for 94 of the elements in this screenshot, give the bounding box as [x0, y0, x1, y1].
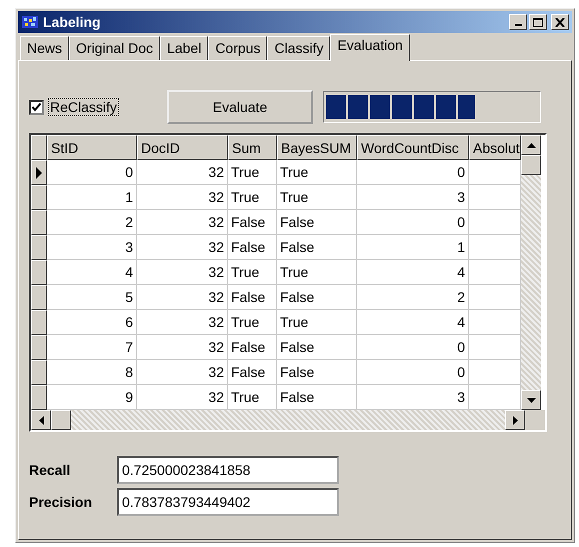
- up-arrow-icon: [526, 142, 536, 148]
- maximize-icon: [533, 18, 543, 26]
- table-cell: True: [277, 160, 357, 185]
- table-cell: True: [228, 260, 277, 285]
- column-header[interactable]: Sum: [228, 135, 277, 160]
- table-cell: False: [228, 235, 277, 260]
- row-header[interactable]: [31, 310, 47, 335]
- table-cell: True: [228, 160, 277, 185]
- right-arrow-icon: [512, 416, 518, 424]
- check-icon: [31, 102, 42, 112]
- table-cell: 3: [47, 235, 137, 260]
- tab[interactable]: Evaluation: [330, 34, 410, 61]
- table-cell: 32: [137, 335, 228, 360]
- table-cell: False: [228, 210, 277, 235]
- scroll-right-button[interactable]: [505, 410, 525, 430]
- scroll-left-button[interactable]: [31, 410, 51, 430]
- table-cell: False: [228, 285, 277, 310]
- table-cell: 0: [357, 335, 469, 360]
- table-cell: 4: [47, 260, 137, 285]
- table-cell: False: [277, 235, 357, 260]
- tab[interactable]: Label: [160, 36, 208, 60]
- row-header[interactable]: [31, 385, 47, 410]
- table-cell: 32: [137, 185, 228, 210]
- table-cell: 5: [47, 285, 137, 310]
- field-label: Precision: [29, 494, 94, 510]
- row-header[interactable]: [31, 285, 47, 310]
- table-cell: 6: [47, 310, 137, 335]
- table-cell: 0: [357, 360, 469, 385]
- down-arrow-icon: [526, 398, 536, 402]
- table-cell: 4: [357, 260, 469, 285]
- tab[interactable]: Original Doc: [69, 36, 160, 60]
- column-header[interactable]: WordCountDisc: [357, 135, 469, 160]
- table-cell: False: [277, 210, 357, 235]
- table-cell: 0: [357, 160, 469, 185]
- row-header[interactable]: [31, 260, 47, 285]
- table-cell: False: [277, 285, 357, 310]
- column-header[interactable]: DocID: [137, 135, 228, 160]
- table-cell: 0: [357, 210, 469, 235]
- table-cell: 32: [137, 160, 228, 185]
- column-header[interactable]: Absolut: [469, 135, 521, 160]
- maximize-button[interactable]: [529, 14, 547, 30]
- checkbox[interactable]: [29, 100, 44, 114]
- evaluate-button[interactable]: Evaluate: [167, 90, 313, 124]
- row-header[interactable]: [31, 185, 47, 210]
- table-cell: 4: [357, 310, 469, 335]
- checkbox-label[interactable]: ReClassify: [48, 98, 119, 116]
- table-cell: 2: [47, 210, 137, 235]
- table-cell: 7: [47, 335, 137, 360]
- table-cell: 8: [47, 360, 137, 385]
- column-header[interactable]: StID: [47, 135, 137, 160]
- table-cell: 32: [137, 235, 228, 260]
- table-cell: True: [228, 185, 277, 210]
- row-header[interactable]: [31, 335, 47, 360]
- table-cell: 3: [357, 185, 469, 210]
- close-button[interactable]: [551, 14, 569, 30]
- input-field[interactable]: 0.725000023841858: [117, 456, 339, 484]
- column-header[interactable]: BayesSUM: [277, 135, 357, 160]
- table-cell: 2: [357, 285, 469, 310]
- scroll-down-button[interactable]: [521, 390, 541, 410]
- row-header[interactable]: [31, 210, 47, 235]
- table-cell: False: [277, 360, 357, 385]
- scroll-up-button[interactable]: [521, 135, 541, 155]
- close-icon: [555, 18, 565, 26]
- table-cell: 1: [47, 185, 137, 210]
- row-header[interactable]: [31, 160, 47, 185]
- table-cell: True: [228, 310, 277, 335]
- scroll-thumb[interactable]: [51, 410, 71, 430]
- table-cell: False: [228, 360, 277, 385]
- table-cell: 0: [47, 160, 137, 185]
- table-cell: True: [277, 185, 357, 210]
- row-header[interactable]: [31, 235, 47, 260]
- table-cell: 1: [357, 235, 469, 260]
- vertical-scrollbar[interactable]: [521, 135, 541, 410]
- table-cell: 32: [137, 310, 228, 335]
- minimize-button[interactable]: [509, 14, 527, 30]
- table-cell: 32: [137, 210, 228, 235]
- current-row-icon: [35, 166, 43, 178]
- table-cell: True: [277, 310, 357, 335]
- table-cell: 32: [137, 285, 228, 310]
- table-cell: False: [277, 335, 357, 360]
- minimize-icon: [514, 24, 522, 26]
- window-title: Labeling: [43, 14, 102, 30]
- row-header[interactable]: [31, 360, 47, 385]
- tab[interactable]: Corpus: [208, 36, 268, 60]
- table-cell: 32: [137, 260, 228, 285]
- table-cell: 32: [137, 360, 228, 385]
- tab[interactable]: News: [20, 36, 70, 60]
- input-field[interactable]: 0.783783793449402: [117, 488, 339, 516]
- scroll-thumb[interactable]: [521, 155, 541, 175]
- table-cell: False: [228, 335, 277, 360]
- left-arrow-icon: [38, 416, 44, 424]
- app-icon: [21, 14, 39, 30]
- table-cell: True: [277, 260, 357, 285]
- field-label: Recall: [29, 462, 72, 478]
